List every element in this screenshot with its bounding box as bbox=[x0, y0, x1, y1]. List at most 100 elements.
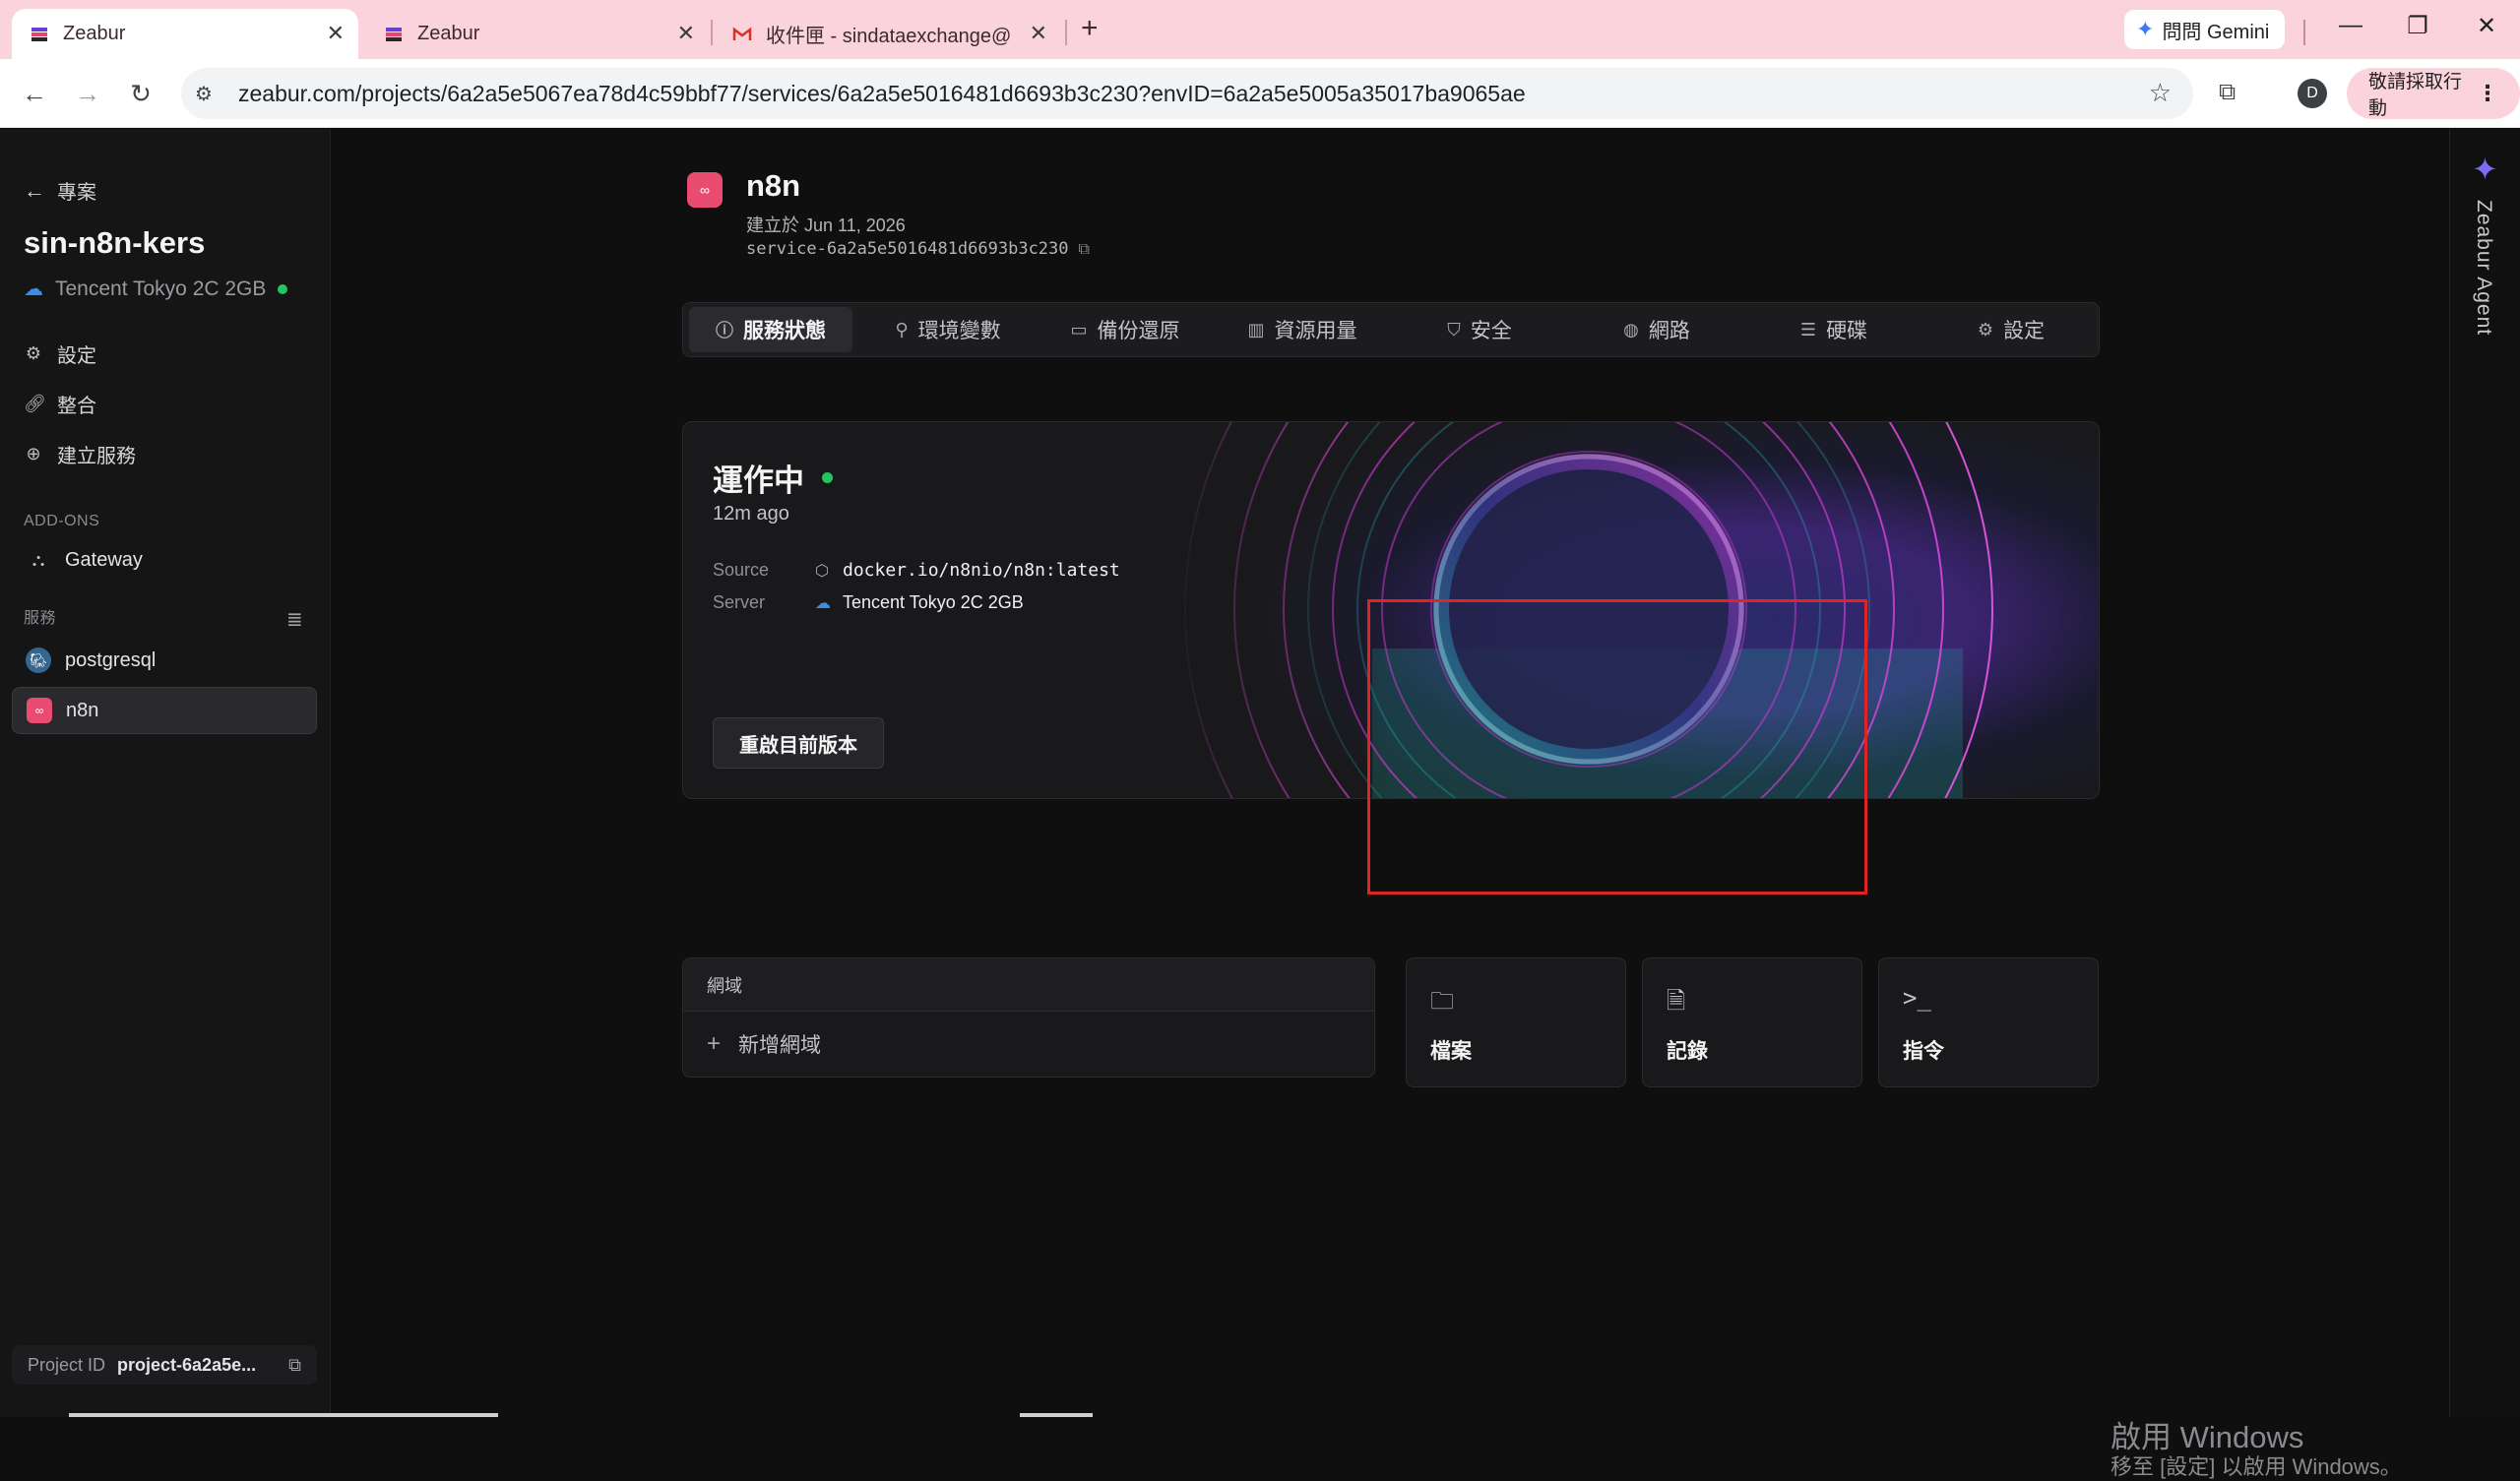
zeabur-favicon-icon bbox=[32, 27, 47, 41]
tab-label: 服務狀態 bbox=[743, 320, 826, 342]
tab-backup[interactable]: ▭ 備份還原 bbox=[1043, 307, 1207, 352]
bookmark-star-icon[interactable]: ☆ bbox=[2149, 78, 2172, 108]
gear-icon: ⚙ bbox=[25, 343, 42, 363]
files-label: 檔案 bbox=[1430, 1040, 1472, 1063]
services-heading: 服務 bbox=[24, 610, 57, 627]
sidebar-item-create-service[interactable]: ⊕ 建立服務 bbox=[24, 440, 136, 468]
tab-security[interactable]: ⛉ 安全 bbox=[1398, 307, 1561, 352]
horizontal-scrollbar[interactable] bbox=[69, 1413, 498, 1417]
sidebar-item-integrations[interactable]: 🔗︎ 整合 bbox=[24, 390, 96, 418]
tab-disk[interactable]: ☰ 硬碟 bbox=[1752, 307, 1916, 352]
browser-tabbar: Zeabur ✕ Zeabur ✕ 收件匣 - sindataexchange@… bbox=[0, 0, 2520, 59]
browser-tab-title: Zeabur bbox=[63, 23, 126, 44]
action-required-button[interactable]: 敬請採取行動 ⋮ bbox=[2347, 68, 2520, 119]
files-card[interactable]: 🗀 檔案 bbox=[1406, 957, 1626, 1087]
commands-card[interactable]: >_ 指令 bbox=[1878, 957, 2099, 1087]
sidebar-item-label: postgresql bbox=[65, 648, 157, 671]
list-view-icon[interactable]: ≣ bbox=[286, 607, 303, 632]
sidebar-item-gateway[interactable]: ⛬ Gateway bbox=[12, 536, 317, 584]
logs-card[interactable]: 🗎 記錄 bbox=[1642, 957, 1862, 1087]
forward-arrow-icon[interactable]: → bbox=[71, 77, 104, 110]
cloud-icon: ☁ bbox=[815, 594, 831, 612]
copy-icon[interactable]: ⧉ bbox=[1079, 239, 1090, 259]
service-created-date: 建立於 Jun 11, 2026 bbox=[746, 216, 906, 235]
horizontal-scrollbar-thumb[interactable] bbox=[1020, 1413, 1093, 1417]
link-icon: 🔗︎ bbox=[24, 394, 46, 413]
restart-current-version-button[interactable]: 重啟目前版本 bbox=[713, 717, 884, 769]
sidebar-item-postgresql[interactable]: 🐘︎ postgresql bbox=[12, 637, 317, 684]
source-label: Source bbox=[713, 560, 770, 580]
server-name: Tencent Tokyo 2C 2GB bbox=[55, 277, 267, 300]
postgresql-icon: 🐘︎ bbox=[26, 648, 51, 673]
archive-icon: ▭ bbox=[1070, 319, 1088, 339]
browser-tab-zeabur-2[interactable]: Zeabur ✕ bbox=[366, 9, 709, 59]
agent-spark-icon[interactable]: ✦ bbox=[2472, 151, 2498, 188]
tab-resources[interactable]: ▥ 資源用量 bbox=[1221, 307, 1384, 352]
project-name: sin-n8n-kers bbox=[24, 225, 206, 260]
restore-icon[interactable]: ❐ bbox=[2398, 12, 2437, 40]
site-settings-icon[interactable]: ⚙ bbox=[195, 82, 224, 106]
back-label: 專案 bbox=[57, 182, 96, 204]
sidebar-item-n8n[interactable]: ∞ n8n bbox=[12, 687, 317, 734]
back-arrow-icon[interactable]: ← bbox=[18, 77, 51, 110]
addons-heading: ADD-ONS bbox=[24, 513, 100, 529]
server-label: Server bbox=[713, 592, 766, 612]
zeabur-app: ← 專案 sin-n8n-kers ☁ Tencent Tokyo 2C 2GB… bbox=[0, 129, 2520, 1479]
status-updated-ago: 12m ago bbox=[713, 503, 789, 525]
window-close-icon[interactable]: ✕ bbox=[2467, 12, 2506, 40]
agent-label[interactable]: Zeabur Agent bbox=[2472, 200, 2495, 336]
domains-heading: 網域 bbox=[683, 958, 1374, 1012]
tab-label: 網路 bbox=[1648, 320, 1690, 342]
source-row: Source ⬡ docker.io/n8nio/n8n:latest bbox=[713, 560, 1120, 581]
profile-avatar[interactable]: D bbox=[2298, 79, 2327, 108]
sidebar-item-label: Gateway bbox=[65, 548, 143, 571]
status-title: 運作中 bbox=[713, 456, 833, 500]
sidebar-item-settings[interactable]: ⚙ 設定 bbox=[24, 339, 96, 368]
close-icon[interactable]: ✕ bbox=[327, 23, 345, 44]
service-tabs: ⓘ 服務狀態 ⚲ 環境變數 ▭ 備份還原 ▥ 資源用量 ⛉ 安全 ◍ 網路 ☰ … bbox=[682, 302, 2100, 357]
shield-icon: ⛉ bbox=[1447, 319, 1461, 339]
back-to-projects-link[interactable]: ← 專案 bbox=[24, 176, 96, 205]
gemini-label: 問問 Gemini bbox=[2162, 21, 2270, 43]
tab-settings[interactable]: ⚙ 設定 bbox=[1929, 307, 2093, 352]
new-tab-icon[interactable]: + bbox=[1081, 14, 1099, 43]
reload-icon[interactable]: ↻ bbox=[124, 77, 158, 110]
service-name: n8n bbox=[746, 168, 801, 203]
gmail-icon bbox=[732, 27, 752, 40]
tab-separator bbox=[2303, 20, 2305, 45]
plus-icon: + bbox=[707, 1030, 722, 1057]
minimize-icon[interactable]: — bbox=[2331, 12, 2370, 39]
address-bar[interactable]: ⚙ zeabur.com/projects/6a2a5e5067ea78d4c5… bbox=[181, 68, 2193, 119]
add-domain-button[interactable]: + 新增網域 bbox=[683, 1012, 1374, 1077]
document-icon: 🗎 bbox=[1667, 988, 1686, 1015]
tab-networking[interactable]: ◍ 網路 bbox=[1575, 307, 1738, 352]
add-domain-label: 新增網域 bbox=[738, 1034, 822, 1057]
browser-tab-title: 收件匣 - sindataexchange@gr bbox=[766, 26, 1012, 47]
cloud-icon: ☁ bbox=[24, 278, 43, 300]
logs-label: 記錄 bbox=[1667, 1040, 1708, 1063]
copy-icon[interactable]: ⧉ bbox=[288, 1355, 301, 1376]
commands-label: 指令 bbox=[1903, 1040, 1944, 1063]
gear-icon: ⚙ bbox=[1977, 319, 1994, 339]
close-icon[interactable]: ✕ bbox=[677, 23, 695, 44]
service-id-text: service-6a2a5e5016481d6693b3c230 bbox=[746, 239, 1069, 259]
project-server[interactable]: ☁ Tencent Tokyo 2C 2GB bbox=[24, 277, 288, 301]
browser-tab-zeabur-1[interactable]: Zeabur ✕ bbox=[12, 9, 358, 59]
sidebar-item-label: 整合 bbox=[57, 396, 96, 417]
cast-search-icon[interactable]: ⧉ bbox=[2219, 79, 2236, 106]
tab-status[interactable]: ⓘ 服務狀態 bbox=[689, 307, 852, 352]
tab-env-vars[interactable]: ⚲ 環境變數 bbox=[866, 307, 1030, 352]
browser-tab-gmail[interactable]: 收件匣 - sindataexchange@gr ✕ bbox=[715, 9, 1061, 59]
gemini-button[interactable]: ✦ 問問 Gemini bbox=[2124, 10, 2286, 49]
gateway-icon: ⛬ bbox=[32, 549, 45, 570]
running-status-dot bbox=[822, 472, 833, 483]
bar-chart-icon: ▥ bbox=[1247, 319, 1265, 339]
terminal-icon: >_ bbox=[1903, 984, 1931, 1012]
server-row: Server ☁ Tencent Tokyo 2C 2GB bbox=[713, 592, 1024, 613]
n8n-logo-icon: ∞ bbox=[687, 172, 723, 208]
status-title-text: 運作中 bbox=[713, 463, 804, 498]
sidebar: ← 專案 sin-n8n-kers ☁ Tencent Tokyo 2C 2GB… bbox=[0, 129, 331, 1417]
project-id-box: Project ID project-6a2a5e... ⧉ bbox=[12, 1345, 317, 1385]
url-text[interactable]: zeabur.com/projects/6a2a5e5067ea78d4c59b… bbox=[238, 81, 1526, 107]
close-icon[interactable]: ✕ bbox=[1030, 23, 1047, 44]
